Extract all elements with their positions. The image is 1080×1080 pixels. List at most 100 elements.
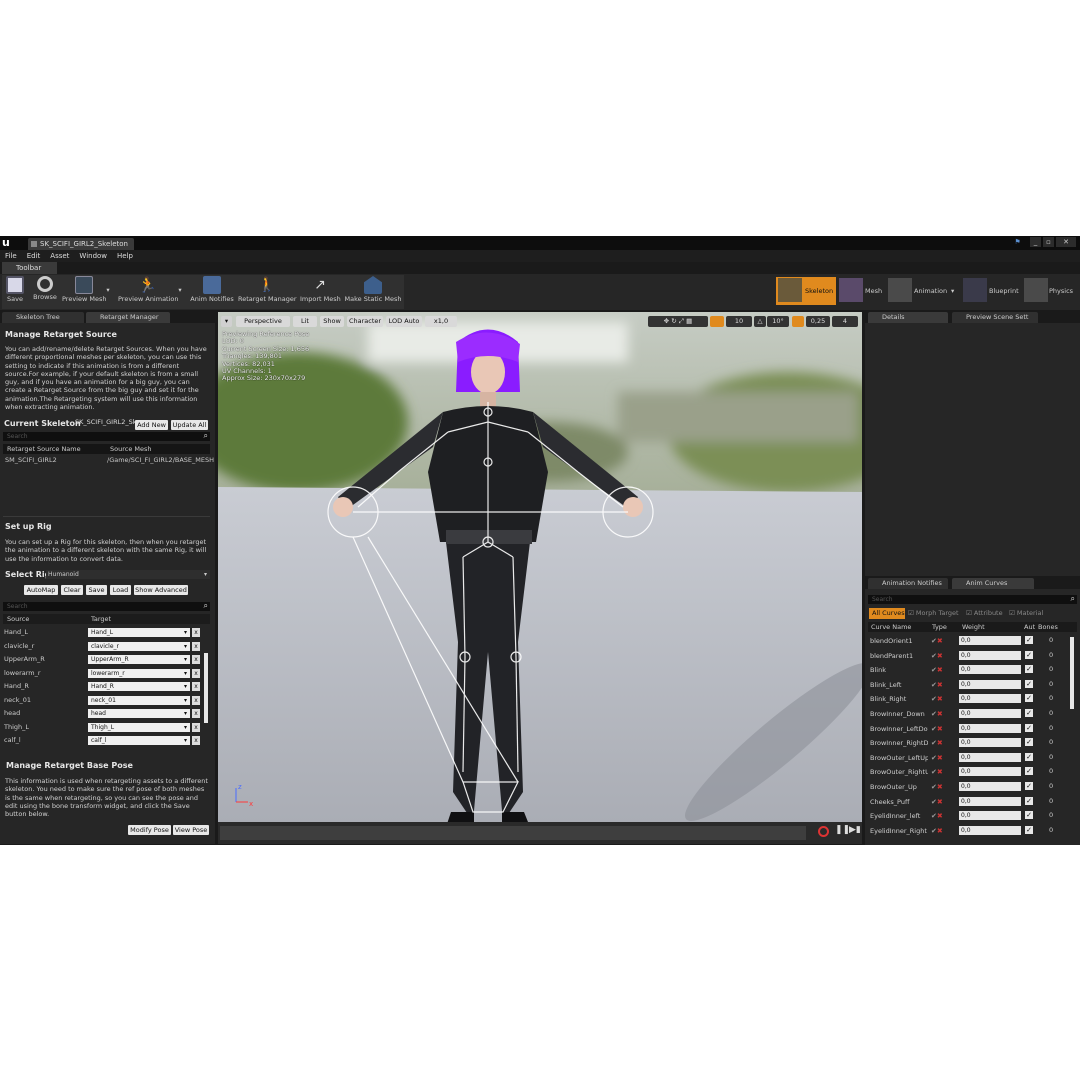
tab-details[interactable]: Details bbox=[868, 312, 948, 323]
curve-weight-input[interactable]: 0,0 bbox=[959, 636, 1021, 645]
rig-select[interactable]: Humanoid ▾ bbox=[46, 570, 210, 579]
curve-row[interactable]: Blink_Left ✔✖ 0,0 ✓ 0 bbox=[865, 678, 1075, 693]
anim-notifies-button[interactable]: Anim Notifies bbox=[190, 276, 234, 308]
curve-row[interactable]: Cheeks_Puff ✔✖ 0,0 ✓ 0 bbox=[865, 795, 1075, 810]
mode-animation[interactable]: Animation ▾ bbox=[886, 277, 960, 305]
tab-preview-scene-settings[interactable]: Preview Scene Sett bbox=[952, 312, 1038, 323]
clear-mapping-button[interactable]: x bbox=[192, 641, 200, 651]
clear-mapping-button[interactable]: x bbox=[192, 736, 200, 745]
grid-snap-value[interactable]: 10 bbox=[726, 316, 752, 327]
clear-mapping-button[interactable]: x bbox=[192, 628, 200, 637]
auto-checkbox[interactable]: ✓ bbox=[1025, 738, 1033, 747]
next-frame-button[interactable]: ▶▮ bbox=[849, 825, 861, 835]
curve-row[interactable]: Blink ✔✖ 0,0 ✓ 0 bbox=[865, 663, 1075, 678]
import-mesh-button[interactable]: ↗ Import Mesh bbox=[300, 276, 341, 308]
curve-weight-input[interactable]: 0,0 bbox=[959, 752, 1021, 762]
auto-checkbox[interactable]: ✓ bbox=[1025, 709, 1033, 717]
curve-row[interactable]: BrowInner_LeftDov ✔✖ 0,0 ✓ 0 bbox=[865, 722, 1075, 737]
auto-checkbox[interactable]: ✓ bbox=[1025, 723, 1033, 732]
browse-button[interactable]: Browse bbox=[32, 276, 58, 308]
camera-speed-value[interactable]: 4 bbox=[832, 316, 858, 327]
close-button[interactable]: ✕ bbox=[1056, 237, 1076, 247]
curve-row[interactable]: BrowInner_RightDc ✔✖ 0,0 ✓ 0 bbox=[865, 736, 1075, 751]
pause-button[interactable]: ❚❚ bbox=[835, 825, 850, 835]
viewport-options-dropdown[interactable]: ▾ bbox=[221, 316, 232, 327]
preview-mesh-button[interactable]: Preview Mesh bbox=[62, 276, 106, 308]
tab-anim-curves[interactable]: Anim Curves bbox=[952, 578, 1034, 589]
curve-row[interactable]: EyelidInner_Right ✔✖ 0,0 ✓ 0 bbox=[865, 824, 1075, 839]
menu-file[interactable]: File bbox=[0, 250, 22, 262]
source-control-icon[interactable]: ⚑ bbox=[1012, 237, 1023, 247]
preview-animation-button[interactable]: 🏃 Preview Animation bbox=[118, 276, 179, 308]
auto-checkbox[interactable]: ✓ bbox=[1025, 679, 1033, 688]
filter-material[interactable]: ☑ Material bbox=[1009, 609, 1043, 617]
auto-checkbox[interactable]: ✓ bbox=[1025, 752, 1033, 761]
curve-row[interactable]: Blink_Right ✔✖ 0,0 ✓ 0 bbox=[865, 692, 1075, 707]
menu-asset[interactable]: Asset bbox=[45, 250, 74, 262]
filter-all-curves[interactable]: All Curves bbox=[869, 608, 905, 619]
curve-weight-input[interactable]: 0,0 bbox=[959, 665, 1021, 675]
rig-search-input[interactable]: Search bbox=[3, 601, 210, 611]
grid-snap-toggle[interactable] bbox=[710, 316, 724, 327]
maximize-button[interactable]: ▫ bbox=[1043, 237, 1054, 247]
curve-row[interactable]: blendParent1 ✔✖ 0,0 ✓ 0 bbox=[865, 649, 1075, 664]
clear-mapping-button[interactable]: x bbox=[192, 722, 200, 732]
curve-weight-input[interactable]: 0,0 bbox=[959, 825, 1021, 835]
auto-checkbox[interactable]: ✓ bbox=[1025, 665, 1033, 674]
playback-speed-button[interactable]: x1,0 bbox=[425, 316, 457, 327]
rig-load-button[interactable]: Load bbox=[110, 585, 131, 595]
toolbar-tab[interactable]: Toolbar bbox=[2, 262, 57, 274]
clear-mapping-button[interactable]: x bbox=[192, 682, 200, 691]
clear-mapping-button[interactable]: x bbox=[192, 655, 200, 664]
curve-weight-input[interactable]: 0,0 bbox=[959, 796, 1021, 806]
rig-target-dropdown[interactable]: neck_01 bbox=[88, 695, 190, 705]
update-all-button[interactable]: Update All bbox=[171, 420, 208, 430]
retarget-manager-button[interactable]: 🚶 Retarget Manager bbox=[238, 276, 297, 308]
rig-target-dropdown[interactable]: calf_l bbox=[88, 736, 190, 745]
menu-window[interactable]: Window bbox=[74, 250, 112, 262]
mode-blueprint[interactable]: Blueprint bbox=[961, 277, 1021, 305]
rig-list-scrollbar[interactable] bbox=[204, 653, 208, 723]
retarget-source-search-input[interactable]: Search bbox=[3, 431, 210, 441]
rig-save-button[interactable]: Save bbox=[86, 585, 107, 595]
clear-mapping-button[interactable]: x bbox=[192, 709, 200, 718]
curve-row[interactable]: BrowInner_Down ✔✖ 0,0 ✓ 0 bbox=[865, 707, 1075, 722]
menu-help[interactable]: Help bbox=[112, 250, 138, 262]
automap-button[interactable]: AutoMap bbox=[24, 585, 58, 595]
curve-row[interactable]: BrowOuter_Up ✔✖ 0,0 ✓ 0 bbox=[865, 780, 1075, 795]
view-pose-button[interactable]: View Pose bbox=[173, 825, 209, 835]
auto-checkbox[interactable]: ✓ bbox=[1025, 636, 1033, 644]
tab-skeleton-tree[interactable]: Skeleton Tree bbox=[2, 312, 84, 323]
auto-checkbox[interactable]: ✓ bbox=[1025, 796, 1033, 805]
lit-button[interactable]: Lit bbox=[293, 316, 317, 327]
mode-physics[interactable]: Physics bbox=[1022, 277, 1078, 305]
clear-button[interactable]: Clear bbox=[61, 585, 83, 595]
document-tab[interactable]: SK_SCIFI_GIRL2_Skeleton bbox=[28, 238, 134, 250]
curve-weight-input[interactable]: 0,0 bbox=[959, 723, 1021, 733]
rig-target-dropdown[interactable]: Thigh_L bbox=[88, 722, 190, 732]
curve-row[interactable]: BrowOuter_RightUp ✔✖ 0,0 ✓ 0 bbox=[865, 765, 1075, 780]
perspective-button[interactable]: Perspective bbox=[236, 316, 290, 327]
scale-snap-toggle[interactable] bbox=[792, 316, 804, 327]
curve-weight-input[interactable]: 0,0 bbox=[959, 767, 1021, 777]
save-button[interactable]: Save bbox=[4, 276, 26, 308]
animation-mode-dropdown-icon[interactable]: ▾ bbox=[951, 277, 954, 305]
rig-target-dropdown[interactable]: lowerarm_r bbox=[88, 668, 190, 678]
menu-edit[interactable]: Edit bbox=[22, 250, 46, 262]
rig-target-dropdown[interactable]: Hand_L bbox=[88, 628, 190, 637]
curve-weight-input[interactable]: 0,0 bbox=[959, 650, 1021, 660]
record-button[interactable] bbox=[818, 826, 829, 837]
show-advanced-button[interactable]: Show Advanced bbox=[134, 585, 188, 595]
rig-target-dropdown[interactable]: clavicle_r bbox=[88, 641, 190, 651]
curves-scrollbar[interactable] bbox=[1070, 637, 1074, 709]
modify-pose-button[interactable]: Modify Pose bbox=[128, 825, 171, 835]
curve-row[interactable]: blendOrient1 ✔✖ 0,0 ✓ 0 bbox=[865, 634, 1075, 649]
character-button[interactable]: Character bbox=[347, 316, 383, 327]
tab-animation-notifies[interactable]: Animation Notifies bbox=[868, 578, 948, 589]
curves-search-input[interactable]: Search bbox=[868, 594, 1077, 604]
curve-weight-input[interactable]: 0,0 bbox=[959, 811, 1021, 821]
clear-mapping-button[interactable]: x bbox=[192, 695, 200, 705]
filter-morph-target[interactable]: ☑ Morph Target bbox=[908, 609, 959, 617]
rig-target-dropdown[interactable]: head bbox=[88, 709, 190, 718]
scale-snap-value[interactable]: 0,25 bbox=[806, 316, 830, 327]
